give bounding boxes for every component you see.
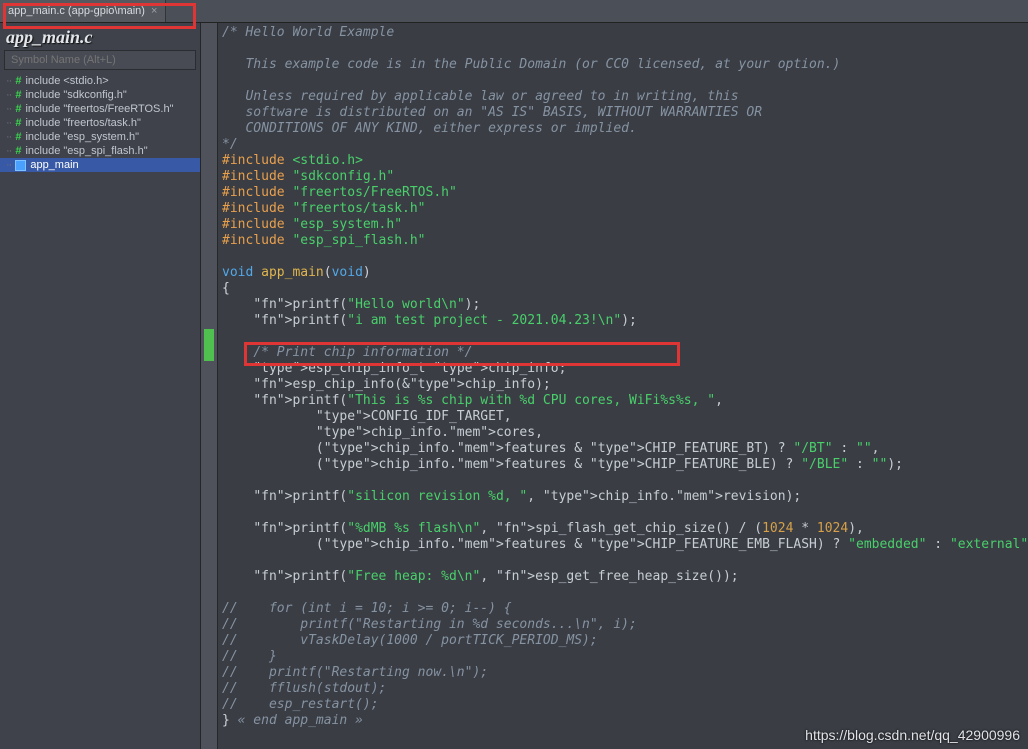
tree-guide: ·· xyxy=(6,117,11,129)
symbol-item-include[interactable]: ·· # include <stdio.h> xyxy=(0,74,200,88)
main-split: app_main.c ·· # include <stdio.h> ·· # includ… xyxy=(0,23,1028,749)
ide-window: app_main.c (app-gpio\main) × app_main.c … xyxy=(0,0,1028,749)
tab-app-main[interactable]: app_main.c (app-gpio\main) × xyxy=(0,0,166,22)
tree-guide: ·· xyxy=(6,75,11,87)
tree-guide: ·· xyxy=(6,131,11,143)
symbol-label: include "esp_system.h" xyxy=(25,131,139,143)
symbol-label: include "freertos/task.h" xyxy=(25,117,140,129)
code-text: /* Hello World Example This example code… xyxy=(222,25,1028,729)
symbol-tree[interactable]: ·· # include <stdio.h> ·· # include "sdkconfi… xyxy=(0,74,200,749)
hash-icon: # xyxy=(15,103,21,115)
gutter xyxy=(201,23,218,749)
tree-guide: ·· xyxy=(6,103,11,115)
symbol-label: include "sdkconfig.h" xyxy=(25,89,126,101)
symbol-item-include[interactable]: ·· # include "freertos/FreeRTOS.h" xyxy=(0,102,200,116)
watermark: https://blog.csdn.net/qq_42900996 xyxy=(805,727,1020,743)
symbol-panel: app_main.c ·· # include <stdio.h> ·· # includ… xyxy=(0,23,201,749)
tree-guide: ·· xyxy=(6,89,11,101)
tab-bar: app_main.c (app-gpio\main) × xyxy=(0,0,1028,23)
tree-guide: ·· xyxy=(6,159,11,171)
symbol-item-function[interactable]: ·· app_main xyxy=(0,158,200,172)
tree-guide: ·· xyxy=(6,145,11,157)
hash-icon: # xyxy=(15,75,21,87)
close-icon[interactable]: × xyxy=(151,5,157,17)
hash-icon: # xyxy=(15,131,21,143)
symbol-label: app_main xyxy=(30,159,78,171)
change-marker xyxy=(204,329,214,361)
hash-icon: # xyxy=(15,145,21,157)
hash-icon: # xyxy=(15,89,21,101)
file-header: app_main.c xyxy=(0,23,200,50)
hash-icon: # xyxy=(15,117,21,129)
function-icon xyxy=(15,160,26,171)
symbol-label: include "esp_spi_flash.h" xyxy=(25,145,147,157)
symbol-item-include[interactable]: ·· # include "sdkconfig.h" xyxy=(0,88,200,102)
symbol-item-include[interactable]: ·· # include "esp_spi_flash.h" xyxy=(0,144,200,158)
code-area[interactable]: /* Hello World Example This example code… xyxy=(218,23,1028,749)
tab-title: app_main.c (app-gpio\main) xyxy=(8,5,145,17)
symbol-search xyxy=(4,50,196,70)
symbol-label: include <stdio.h> xyxy=(25,75,108,87)
symbol-item-include[interactable]: ·· # include "esp_system.h" xyxy=(0,130,200,144)
editor: /* Hello World Example This example code… xyxy=(201,23,1028,749)
symbol-label: include "freertos/FreeRTOS.h" xyxy=(25,103,173,115)
symbol-item-include[interactable]: ·· # include "freertos/task.h" xyxy=(0,116,200,130)
symbol-search-input[interactable] xyxy=(4,50,196,70)
